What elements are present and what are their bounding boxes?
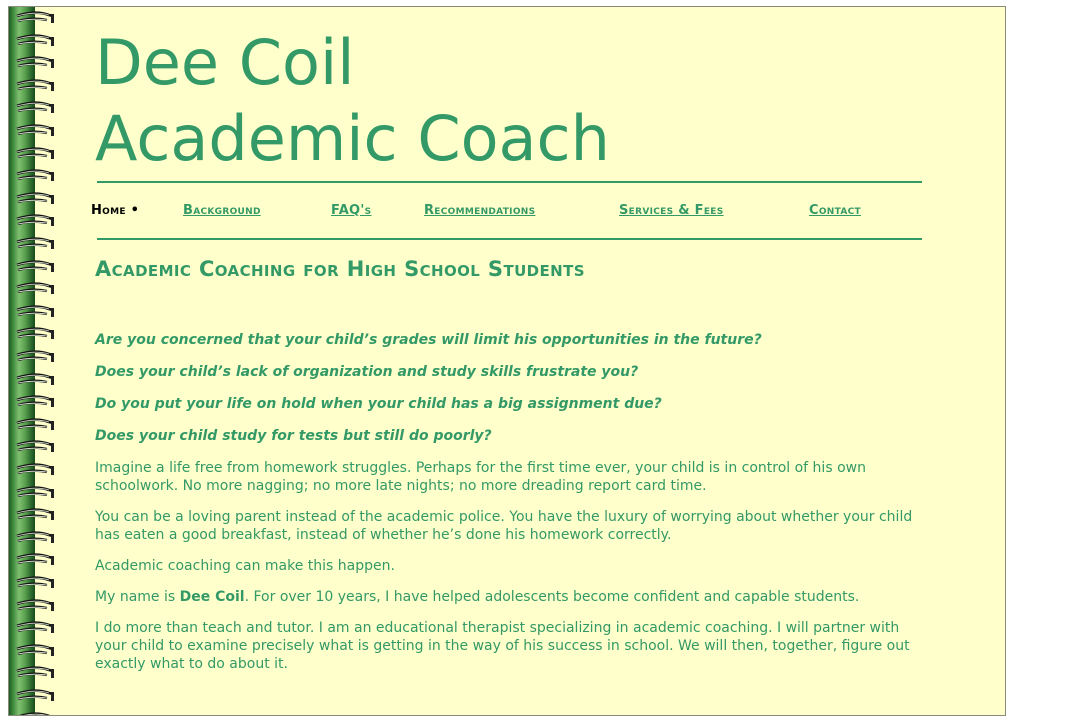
spiral-coil	[16, 327, 54, 340]
spiral-coil	[16, 147, 54, 159]
nav-item-background[interactable]: Background	[183, 203, 261, 218]
nav-bottom-divider	[97, 238, 922, 240]
spiral-coil	[16, 553, 54, 566]
question-item: Do you put your life on hold when your c…	[95, 396, 662, 412]
page-heading: Academic Coaching for High School Studen…	[95, 257, 585, 281]
spiral-coil	[16, 644, 54, 656]
spiral-coil	[16, 260, 54, 272]
spiral-coil	[16, 531, 54, 543]
paragraph-text: My name is	[95, 589, 180, 605]
nav-item-home[interactable]: Home •	[91, 203, 139, 218]
question-item: Are you concerned that your child’s grad…	[95, 332, 762, 348]
spiral-coil	[16, 282, 54, 295]
spiral-coil	[16, 373, 54, 385]
question-list: Are you concerned that your child’s grad…	[95, 331, 925, 446]
nav-item-services-fees[interactable]: Services & Fees	[619, 203, 724, 218]
question-item: Does your child study for tests but stil…	[95, 428, 492, 444]
spiral-coil	[16, 101, 54, 114]
spiral-coil	[16, 56, 54, 69]
spiral-coil	[16, 395, 54, 408]
paragraph: My name is Dee Coil. For over 10 years, …	[95, 588, 925, 606]
spiral-coil	[16, 350, 54, 362]
current-page-marker: •	[130, 203, 140, 218]
paragraph: Imagine a life free from homework strugg…	[95, 460, 866, 494]
spiral-coil	[17, 712, 54, 715]
main-content: Academic Coaching for High School Studen…	[95, 257, 925, 686]
coach-name: Dee Coil	[179, 589, 245, 605]
spiral-coil	[16, 169, 54, 182]
spiral-coil	[16, 599, 54, 611]
nav-item-recommendations[interactable]: Recommendations	[424, 203, 535, 218]
nav-home-label: Home	[91, 203, 126, 218]
main-nav: Home • Background FAQ's Recommendations …	[91, 203, 921, 225]
spiral-coil	[16, 418, 54, 430]
spiral-coil	[16, 463, 54, 475]
paragraph: Academic coaching can make this happen.	[95, 558, 395, 574]
nav-item-faqs[interactable]: FAQ's	[331, 203, 371, 218]
spiral-coil	[16, 576, 54, 588]
spiral-coil	[16, 124, 54, 136]
spiral-coil	[16, 621, 54, 634]
spiral-coil	[16, 192, 54, 204]
nav-item-contact[interactable]: Contact	[809, 203, 861, 218]
paragraph: You can be a loving parent instead of th…	[95, 509, 913, 543]
spiral-coil	[16, 440, 54, 453]
spiral-coil	[16, 508, 54, 521]
nav-top-divider	[97, 181, 922, 183]
spiral-coil	[16, 79, 54, 91]
question-item: Does your child’s lack of organization a…	[95, 364, 639, 380]
site-title-line1: Dee Coil	[95, 26, 355, 99]
paragraph-text: . For over 10 years, I have helped adole…	[244, 589, 860, 605]
spiral-coil	[16, 237, 54, 249]
spiral-coil	[16, 11, 54, 23]
site-title-line2: Academic Coach	[95, 102, 610, 175]
spiral-coil	[16, 666, 54, 679]
spiral-binding	[9, 7, 57, 715]
spiral-coil	[16, 305, 54, 317]
site-title: Dee Coil Academic Coach	[95, 25, 610, 177]
spiral-coil	[16, 689, 54, 701]
spiral-coil	[16, 34, 54, 46]
body-text: Imagine a life free from homework strugg…	[95, 459, 925, 673]
paragraph: I do more than teach and tutor. I am an …	[95, 620, 910, 672]
notebook-page: Dee Coil Academic Coach Home • Backgroun…	[8, 6, 1006, 716]
spiral-coil	[16, 486, 54, 498]
spiral-coil	[16, 214, 54, 227]
